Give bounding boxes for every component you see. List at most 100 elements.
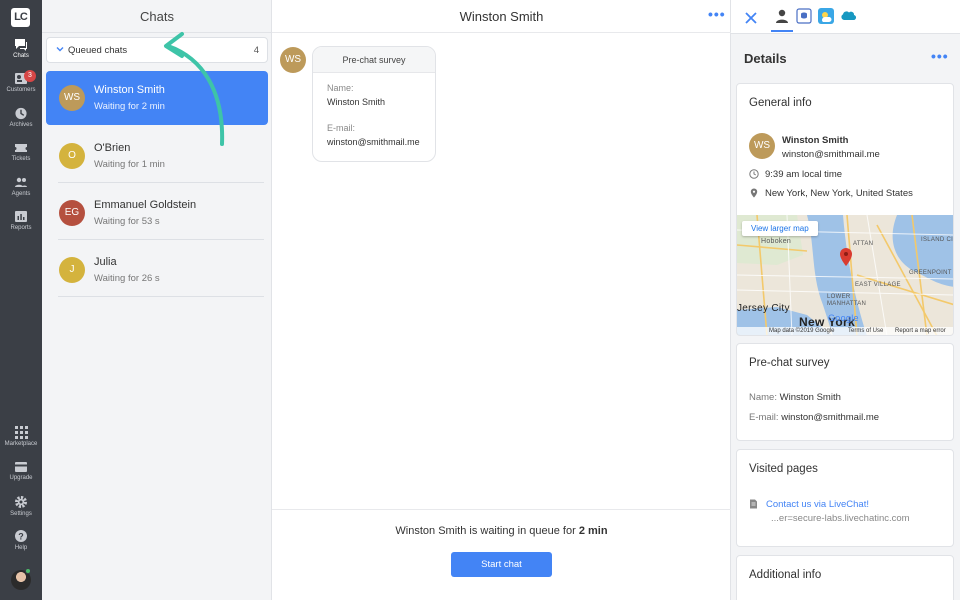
general-info-card: General info WS Winston Smith winston@sm… bbox=[736, 83, 954, 336]
map-label: LOWER MANHATTAN bbox=[827, 294, 867, 307]
nav-item-help[interactable]: ? Help bbox=[0, 529, 42, 561]
salesforce-tab-icon[interactable] bbox=[840, 8, 856, 24]
chat-status: Waiting for 26 s bbox=[94, 273, 160, 284]
integration-tab-icon[interactable] bbox=[796, 8, 812, 24]
app-logo: LC bbox=[11, 8, 30, 27]
nav-label: Chats bbox=[13, 53, 29, 59]
chat-status: Waiting for 53 s bbox=[94, 216, 160, 227]
local-time-row: 9:39 am local time bbox=[749, 169, 842, 180]
location: New York, New York, United States bbox=[765, 188, 913, 199]
chat-name: Julia bbox=[94, 256, 117, 268]
queued-chats-label: Queued chats bbox=[68, 45, 128, 56]
ticket-icon bbox=[15, 144, 27, 152]
conversation-panel: Winston Smith ••• WS Pre-chat survey Nam… bbox=[272, 0, 731, 600]
chat-list-item[interactable]: EG Emmanuel Goldstein Waiting for 53 s bbox=[46, 186, 268, 240]
divider bbox=[58, 182, 264, 183]
survey-card-title: Pre-chat survey bbox=[313, 47, 435, 73]
additional-info-card: Additional info bbox=[736, 555, 954, 600]
help-icon: ? bbox=[15, 530, 27, 542]
conversation-title: Winston Smith bbox=[272, 0, 731, 33]
online-status-dot bbox=[25, 568, 31, 574]
svg-text:?: ? bbox=[18, 532, 24, 542]
nav-label: Upgrade bbox=[9, 475, 33, 481]
nav-label: Reports bbox=[10, 225, 32, 231]
queue-status-prefix: Winston Smith is waiting in queue for bbox=[395, 525, 576, 537]
nav-item-chats[interactable]: Chats bbox=[0, 38, 42, 70]
page-icon bbox=[750, 499, 757, 509]
nav-item-reports[interactable]: Reports bbox=[0, 210, 42, 242]
close-icon[interactable] bbox=[744, 11, 758, 25]
chat-name: Winston Smith bbox=[94, 84, 165, 96]
card-title: General info bbox=[749, 97, 812, 109]
details-tabs bbox=[731, 0, 960, 34]
nav-label: Marketplace bbox=[4, 441, 38, 447]
details-more-icon[interactable]: ••• bbox=[931, 48, 949, 64]
curved-arrow-icon bbox=[164, 32, 225, 146]
chat-status: Waiting for 2 min bbox=[94, 101, 165, 112]
agents-icon bbox=[15, 177, 27, 187]
more-options-icon[interactable]: ••• bbox=[708, 6, 726, 22]
visited-pages-card: Visited pages Contact us via LiveChat! .… bbox=[736, 449, 954, 547]
queue-status-text: Winston Smith is waiting in queue for 2 … bbox=[272, 525, 731, 537]
chat-name: Emmanuel Goldstein bbox=[94, 199, 197, 211]
grid-icon bbox=[14, 426, 28, 439]
divider bbox=[58, 239, 264, 240]
customer-email: winston@smithmail.me bbox=[782, 149, 880, 160]
details-panel: Details ••• General info WS Winston Smit… bbox=[731, 0, 960, 600]
nav-item-upgrade[interactable]: Upgrade bbox=[0, 461, 42, 493]
map-terms-link[interactable]: Terms of Use bbox=[848, 328, 883, 334]
prechat-survey-details-card: Pre-chat survey Name: Winston Smith E-ma… bbox=[736, 343, 954, 441]
avatar: O bbox=[59, 143, 85, 169]
chat-list-item[interactable]: J Julia Waiting for 26 s bbox=[46, 243, 268, 297]
customers-badge: 3 bbox=[24, 70, 36, 82]
nav-label: Agents bbox=[11, 191, 31, 197]
chevron-down-icon bbox=[56, 47, 64, 52]
card-title: Pre-chat survey bbox=[749, 357, 830, 369]
weather-tab-icon[interactable] bbox=[818, 8, 834, 24]
map-label: Hoboken bbox=[761, 238, 792, 245]
nav-item-marketplace[interactable]: Marketplace bbox=[0, 426, 42, 458]
card-title: Additional info bbox=[749, 569, 822, 581]
chats-icon bbox=[15, 39, 27, 51]
nav-label: Tickets bbox=[11, 156, 31, 162]
survey-email-row: E-mail: winston@smithmail.me bbox=[749, 412, 879, 423]
avatar: WS bbox=[749, 133, 775, 159]
location-pin-icon bbox=[750, 188, 758, 198]
nav-label: Settings bbox=[10, 511, 32, 517]
chats-list-panel: Chats Queued chats 4 WS Winston Smith Wa… bbox=[42, 0, 272, 600]
active-tab-indicator bbox=[771, 30, 793, 32]
clock-icon bbox=[15, 107, 27, 120]
avatar: WS bbox=[280, 47, 306, 73]
prechat-survey-card: Pre-chat survey Name: Winston Smith E-ma… bbox=[312, 46, 436, 162]
chats-title: Chats bbox=[42, 0, 272, 33]
nav-item-settings[interactable]: Settings bbox=[0, 495, 42, 527]
card-title: Visited pages bbox=[749, 463, 818, 475]
gear-icon bbox=[15, 496, 27, 508]
map-report-link[interactable]: Report a map error bbox=[895, 328, 946, 334]
map-attribution: Map data ©2019 Google Terms of Use Repor… bbox=[737, 327, 953, 335]
survey-email-value: winston@smithmail.me bbox=[781, 412, 880, 423]
nav-rail: LC Chats 3 Customers Archives Tickets Ag… bbox=[0, 0, 42, 600]
nav-label: Help bbox=[14, 545, 28, 551]
nav-item-agents[interactable]: Agents bbox=[0, 176, 42, 208]
chat-name: O'Brien bbox=[94, 142, 131, 154]
customer-name: Winston Smith bbox=[782, 135, 849, 146]
clock-icon bbox=[749, 169, 759, 179]
card-icon bbox=[15, 462, 27, 472]
visited-page-url: ...er=secure-labs.livechatinc.com bbox=[771, 513, 910, 524]
map-label: Google bbox=[828, 313, 859, 323]
tutorial-arrow bbox=[162, 30, 272, 155]
location-map[interactable]: View larger map Hoboken Jersey City New … bbox=[737, 215, 953, 335]
nav-item-tickets[interactable]: Tickets bbox=[0, 141, 42, 173]
visited-page-link[interactable]: Contact us via LiveChat! bbox=[766, 499, 869, 510]
nav-item-archives[interactable]: Archives bbox=[0, 107, 42, 139]
nav-label: Customers bbox=[6, 87, 36, 93]
local-time: 9:39 am local time bbox=[765, 169, 843, 180]
avatar: J bbox=[59, 257, 85, 283]
queue-wait-time: 2 min bbox=[578, 525, 608, 537]
map-data-text: Map data ©2019 Google bbox=[769, 328, 835, 334]
start-chat-button[interactable]: Start chat bbox=[451, 552, 552, 577]
nav-item-customers[interactable]: 3 Customers bbox=[0, 70, 42, 104]
view-larger-map-link[interactable]: View larger map bbox=[742, 221, 818, 236]
customer-tab-icon[interactable] bbox=[774, 8, 790, 24]
